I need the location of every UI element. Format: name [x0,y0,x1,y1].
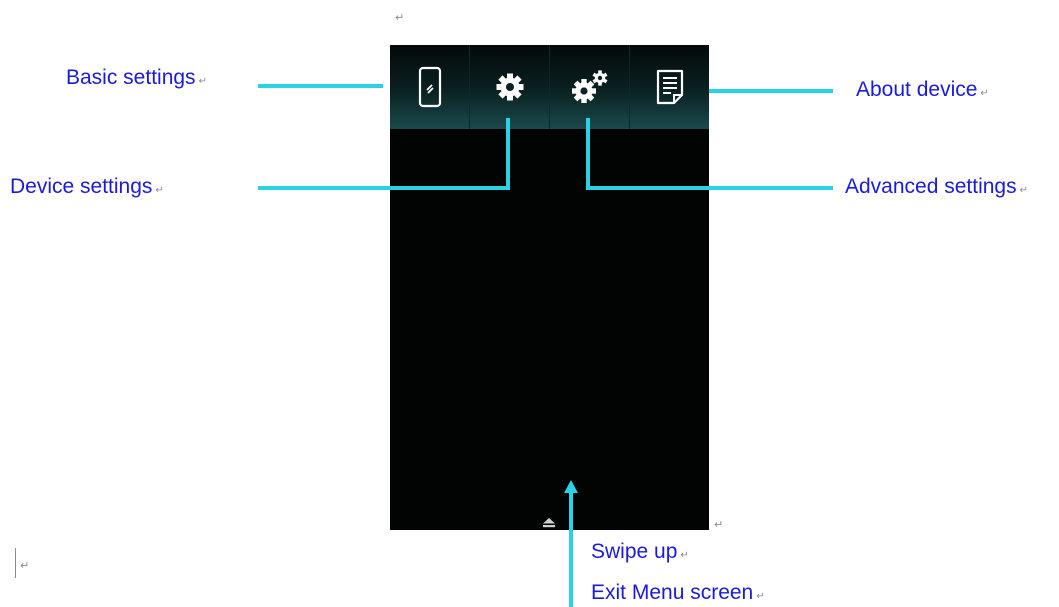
paragraph-mark: ↵ [155,185,164,196]
document-page: ↵ ↵ ↵ Basic settings ↵ Device settings ↵… [0,0,1059,607]
exit-menu-callout: Exit Menu screen ↵ [591,581,765,607]
paragraph-mark: ↵ [1019,185,1028,196]
about-device-tile[interactable] [630,45,709,129]
paragraph-mark: ↵ [20,559,30,572]
advanced-settings-callout: Advanced settings ↵ [845,175,1028,203]
basic-settings-callout: Basic settings ↵ [66,66,207,94]
callout-label: Basic settings [66,66,196,89]
paragraph-mark: ↵ [980,88,989,99]
paragraph-mark: ↵ [395,11,405,24]
paragraph-mark: ↵ [756,591,765,602]
callout-label: Swipe up [591,540,678,563]
callout-label: Advanced settings [845,175,1017,198]
about-device-callout: About device ↵ [856,78,989,106]
gears-icon [571,69,609,105]
swipe-up-handle[interactable] [542,515,556,528]
menu-icon-bar [390,45,709,129]
document-icon [656,69,684,105]
device-screen [390,45,709,530]
advanced-settings-tile[interactable] [550,45,630,129]
swipe-up-callout: Swipe up ↵ [591,540,689,568]
device-settings-callout: Device settings ↵ [10,175,164,203]
phone-icon [418,66,442,108]
text-cursor [15,548,16,578]
gear-icon [495,72,525,102]
eject-up-icon [542,515,556,532]
callout-label: About device [856,78,978,101]
paragraph-mark: ↵ [714,518,724,531]
callout-label: Device settings [10,175,153,198]
paragraph-mark: ↵ [198,76,207,87]
basic-settings-tile[interactable] [390,45,470,129]
callout-label: Exit Menu screen [591,581,754,604]
paragraph-mark: ↵ [680,550,689,561]
device-settings-tile[interactable] [470,45,550,129]
